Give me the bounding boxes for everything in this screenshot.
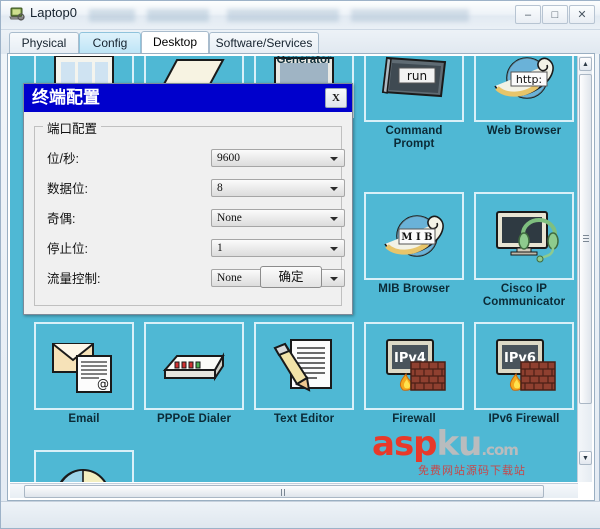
svg-text:M I B: M I B [401,232,432,243]
chevron-down-icon [330,157,338,161]
tab-config[interactable]: Config [79,32,141,54]
icon-box [254,322,354,410]
window-title: Laptop0 [30,5,77,20]
field-label: 流量控制: [47,272,101,286]
window-titlebar: Laptop0 – □ ✕ [1,1,600,30]
tab-desktop[interactable]: Desktop [141,31,209,55]
bits-per-second-dropdown[interactable]: 9600 [211,149,345,167]
icon-box [34,450,134,482]
desktop-icon-label: Text Editor [273,413,335,425]
desktop-icon-firewall[interactable]: IPv4 Firewall [364,322,464,426]
field-label: 位/秒: [47,152,79,166]
svg-text:run: run [407,69,427,83]
chevron-down-icon [330,277,338,281]
parity-dropdown[interactable]: None [211,209,345,227]
mib-browser-icon: M I B [384,215,444,257]
dialog-titlebar: 终端配置 X [24,84,352,112]
chevron-down-icon [330,217,338,221]
field-label: 奇偶: [47,212,76,226]
desktop-icon-label: Email [68,413,100,425]
window-statusbar [1,501,600,528]
icon-box: M I B [364,192,464,280]
site-watermark: aspku.com 免费网站源码下载站 [372,424,572,480]
cisco-ip-communicator-icon [496,211,559,263]
scroll-down-button[interactable]: ▼ [579,451,592,465]
desktop-icon-label: Cisco IP Communicator [482,283,566,308]
icon-box: @ [34,322,134,410]
desktop-icon-label: PPPoE Dialer [156,413,232,425]
dropdown-value: 1 [217,242,223,254]
horizontal-scrollbar[interactable] [10,483,578,498]
packet-tracer-device-window: Laptop0 – □ ✕ Physical Config Desktop So… [0,0,600,529]
title-blurred-text [89,9,469,22]
text-editor-icon [273,339,332,392]
horizontal-scroll-thumb[interactable] [24,485,544,498]
dropdown-value: 8 [217,182,223,194]
chevron-down-icon [330,187,338,191]
desktop-icon-label: Web Browser [486,125,562,137]
vertical-scrollbar[interactable]: ▲ ▼ [577,56,592,482]
dialog-body: 端口配置 位/秒: 9600 数据位: 8 奇偶: None 停止位: 1 流量… [24,112,352,314]
pppoe-dialer-icon [162,352,225,382]
watermark-part-com: .com [481,441,519,459]
dropdown-value: None [217,212,242,224]
email-icon: @ [52,343,112,393]
desktop-icon-cisco-ip-communicator[interactable]: Cisco IP Communicator [474,192,574,309]
device-laptop-icon [9,5,25,21]
desktop-icon-ipv6-firewall[interactable]: IPv6 IPv6 Firewall [474,322,574,426]
desktop-icon-label-generator-partial: Generator [276,56,332,66]
watermark-subtitle: 免费网站源码下载站 [418,465,526,477]
desktop-icon-email[interactable]: @ Email [34,322,134,426]
field-label: 数据位: [47,182,88,196]
minimize-button[interactable]: – [515,5,541,24]
desktop-icon-label: Command Prompt [385,125,443,150]
tab-bar: Physical Config Desktop Software/Service… [1,30,600,55]
tab-physical[interactable]: Physical [9,32,79,54]
svg-text:@: @ [97,377,109,391]
web-browser-icon: http: [494,57,554,99]
chevron-down-icon [330,247,338,251]
terminal-configuration-dialog: 终端配置 X 端口配置 位/秒: 9600 数据位: 8 奇偶: None 停止… [23,83,353,315]
desktop-icon-command-prompt[interactable]: run Command Prompt [364,56,464,151]
dialog-title: 终端配置 [32,88,100,107]
desktop-icon-pppoe-dialer[interactable]: PPPoE Dialer [144,322,244,426]
close-button[interactable]: ✕ [569,5,595,24]
desktop-icon-label: MIB Browser [378,283,450,295]
icon-box: http: [474,56,574,122]
dropdown-value: 9600 [217,152,240,164]
icon-box: IPv4 [364,322,464,410]
firewall-ipv6-icon: IPv6 [496,339,556,391]
dropdown-value: None [217,272,242,284]
window-title-group: Laptop0 [9,5,77,21]
icon-box: run [364,56,464,122]
desktop-icon-mib-browser[interactable]: M I B MIB Browser [364,192,464,296]
desktop-icon-hidden-4[interactable] [34,450,134,482]
icon-box [144,322,244,410]
desktop-icon-text-editor[interactable]: Text Editor [254,322,354,426]
group-legend: 端口配置 [43,118,102,137]
maximize-button[interactable]: □ [542,5,568,24]
stop-bits-dropdown[interactable]: 1 [211,239,345,257]
vertical-scroll-thumb[interactable] [579,74,592,404]
watermark-part-ku: ku [436,424,483,464]
watermark-wordmark: aspku.com [372,424,519,464]
data-bits-dropdown[interactable]: 8 [211,179,345,197]
watermark-part-asp: asp [372,424,438,464]
dialog-close-button[interactable]: X [325,88,347,108]
command-prompt-icon: run [381,56,447,98]
ok-button[interactable]: 确定 [260,266,322,288]
desktop-icon-web-browser[interactable]: http: Web Browser [474,56,574,138]
scroll-up-button[interactable]: ▲ [579,57,592,71]
icon-box: IPv6 [474,322,574,410]
svg-text:http:: http: [516,73,542,86]
firewall-ipv4-icon: IPv4 [386,339,446,391]
tab-software-services[interactable]: Software/Services [209,32,319,54]
field-label: 停止位: [47,242,88,256]
icon-box [474,192,574,280]
window-controls: – □ ✕ [515,5,595,24]
pie-chart-icon [59,469,107,482]
